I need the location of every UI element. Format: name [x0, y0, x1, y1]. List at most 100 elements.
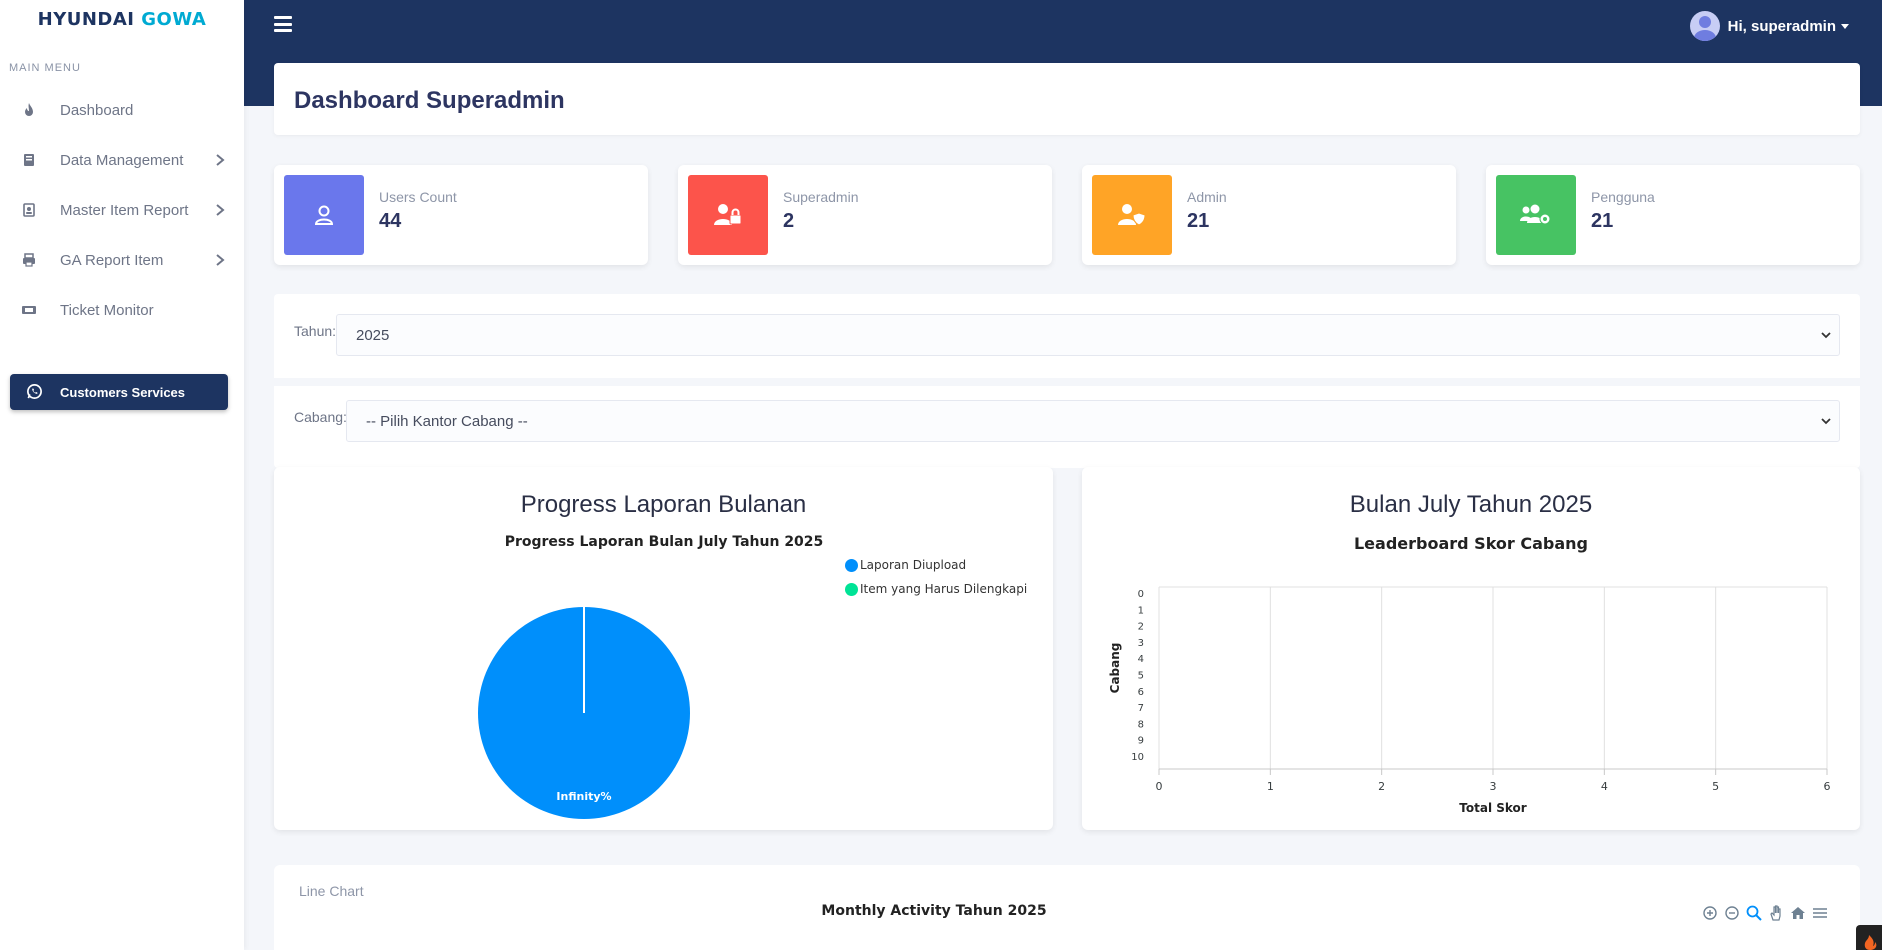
brand-name-part2: GOWA — [141, 8, 207, 30]
home-icon[interactable] — [1789, 904, 1807, 922]
avatar — [1689, 11, 1720, 41]
hamburger-menu-icon[interactable] — [274, 16, 292, 34]
book-icon — [24, 154, 34, 166]
customers-services-label: Customers Services — [60, 384, 186, 400]
ticket-icon — [22, 306, 36, 314]
year-filter-label: Tahun: — [294, 323, 337, 339]
filter-panel: Tahun: 2025 Cabang: -- Pilih Kantor Caba… — [274, 294, 1860, 468]
fire-icon — [25, 103, 33, 116]
stat-label: Users Count — [379, 189, 457, 205]
stat-label: Superadmin — [783, 189, 859, 205]
chevron-right-icon — [216, 254, 225, 266]
sidebar-item-dashboard[interactable]: Dashboard — [0, 90, 244, 130]
line-chart-title: Monthly Activity Tahun 2025 — [821, 903, 1047, 919]
sidebar-item-ticket-monitor[interactable]: Ticket Monitor — [0, 290, 244, 330]
x-tick-label: 1 — [1267, 780, 1274, 793]
stat-icon-box — [688, 175, 768, 255]
year-select-value: 2025 — [356, 326, 390, 344]
year-select[interactable]: 2025 — [336, 314, 1840, 356]
user-shield-icon — [1118, 204, 1146, 226]
fire-badge[interactable] — [1856, 925, 1882, 950]
chevron-right-icon — [216, 154, 225, 166]
zoom-out-icon[interactable] — [1723, 904, 1741, 922]
user-menu[interactable]: Hi, superadmin — [1689, 11, 1849, 41]
y-tick-label: 0 — [1138, 589, 1144, 600]
flame-icon — [1864, 935, 1877, 950]
sidebar-item-ga-report-item[interactable]: GA Report Item — [0, 240, 244, 280]
pie-chart-card: Progress Laporan Bulanan Progress Lapora… — [274, 467, 1053, 830]
stat-value: 21 — [1187, 210, 1210, 232]
pie-data-label: Infinity% — [556, 790, 611, 803]
sidebar-item-data-management[interactable]: Data Management — [0, 140, 244, 180]
caret-down-icon — [1841, 23, 1849, 29]
brand-name-part1: HYUNDAI — [37, 8, 135, 30]
branch-select-value: -- Pilih Kantor Cabang -- — [366, 412, 528, 430]
y-tick-label: 5 — [1138, 671, 1144, 682]
legend-label: Item yang Harus Dilengkapi — [860, 582, 1028, 596]
y-tick-label: 1 — [1138, 605, 1144, 616]
menu-icon[interactable] — [1811, 904, 1829, 922]
y-tick-label: 3 — [1138, 638, 1144, 649]
y-tick-label: 4 — [1138, 654, 1144, 665]
stat-label: Pengguna — [1591, 189, 1655, 205]
bar-chart-card: Bulan July Tahun 2025 Leaderboard Skor C… — [1082, 467, 1860, 830]
legend-item-laporan-diupload[interactable]: Laporan Diupload — [845, 558, 966, 572]
users-cog-icon — [1520, 204, 1551, 225]
zoom-in-icon[interactable] — [1701, 904, 1719, 922]
sidebar: HYUNDAI GOWA MAIN MENU Dashboard Data Ma… — [0, 0, 244, 950]
chart-toolbar — [1701, 904, 1829, 922]
x-axis-title: Total Skor — [1459, 801, 1527, 815]
chevron-down-icon — [1821, 418, 1831, 425]
sidebar-item-label: GA Report Item — [60, 251, 164, 269]
bar-chart: 0 1 2 3 4 5 6 0 1 2 3 4 5 6 7 8 9 10 Total Skor Cabang — [1108, 586, 1831, 815]
line-chart-panel: Line Chart Monthly Activity Tahun 2025 — [274, 865, 1860, 950]
x-tick-label: 4 — [1601, 780, 1608, 793]
contact-card-icon — [23, 203, 35, 217]
stat-card-users-count: Users Count 44 — [274, 165, 648, 265]
stat-label: Admin — [1187, 189, 1227, 205]
branch-filter-label: Cabang: — [294, 409, 347, 425]
stat-value: 2 — [783, 210, 795, 232]
stat-icon-box — [1496, 175, 1576, 255]
stat-card-admin: Admin 21 — [1082, 165, 1456, 265]
user-greeting: Hi, superadmin — [1727, 17, 1836, 35]
stat-value: 21 — [1591, 210, 1614, 232]
y-axis-title: Cabang — [1108, 643, 1122, 694]
pie-card-heading: Progress Laporan Bulanan — [520, 491, 807, 518]
x-tick-label: 3 — [1490, 780, 1497, 793]
filter-divider — [274, 378, 1860, 386]
x-tick-label: 5 — [1712, 780, 1719, 793]
sidebar-item-label: Dashboard — [60, 101, 134, 119]
chevron-down-icon — [1821, 332, 1831, 339]
sidebar-item-master-item-report[interactable]: Master Item Report — [0, 190, 244, 230]
legend-item-item-harus-dilengkapi[interactable]: Item yang Harus Dilengkapi — [845, 582, 1027, 596]
y-tick-label: 6 — [1138, 687, 1144, 698]
x-tick-label: 2 — [1378, 780, 1385, 793]
page-header-card: Dashboard Superadmin — [274, 63, 1860, 135]
y-tick-label: 2 — [1138, 622, 1144, 633]
user-icon — [314, 205, 334, 225]
legend-marker — [845, 582, 858, 596]
sidebar-item-label: Ticket Monitor — [60, 301, 154, 319]
pan-hand-icon[interactable] — [1767, 904, 1785, 922]
zoom-select-icon[interactable] — [1745, 904, 1763, 922]
y-tick-label: 9 — [1138, 736, 1144, 747]
branch-select[interactable]: -- Pilih Kantor Cabang -- — [346, 400, 1840, 442]
page-title: Dashboard Superadmin — [294, 87, 565, 114]
sidebar-item-label: Data Management — [60, 151, 184, 169]
stat-icon-box — [1092, 175, 1172, 255]
sidebar-item-label: Master Item Report — [60, 201, 189, 219]
legend-marker — [845, 558, 858, 572]
x-tick-label: 6 — [1824, 780, 1831, 793]
brand-logo[interactable]: HYUNDAI GOWA — [0, 0, 244, 40]
y-tick-label: 10 — [1131, 752, 1144, 763]
legend-label: Laporan Diupload — [860, 558, 967, 572]
printer-icon — [23, 253, 35, 267]
chevron-right-icon — [216, 204, 225, 216]
customers-services-button[interactable]: Customers Services — [10, 374, 228, 410]
stat-icon-box — [284, 175, 364, 255]
pie-chart: Infinity% — [478, 607, 690, 819]
whatsapp-icon — [27, 384, 42, 399]
y-tick-label: 7 — [1138, 703, 1144, 714]
y-tick-label: 8 — [1138, 719, 1144, 730]
